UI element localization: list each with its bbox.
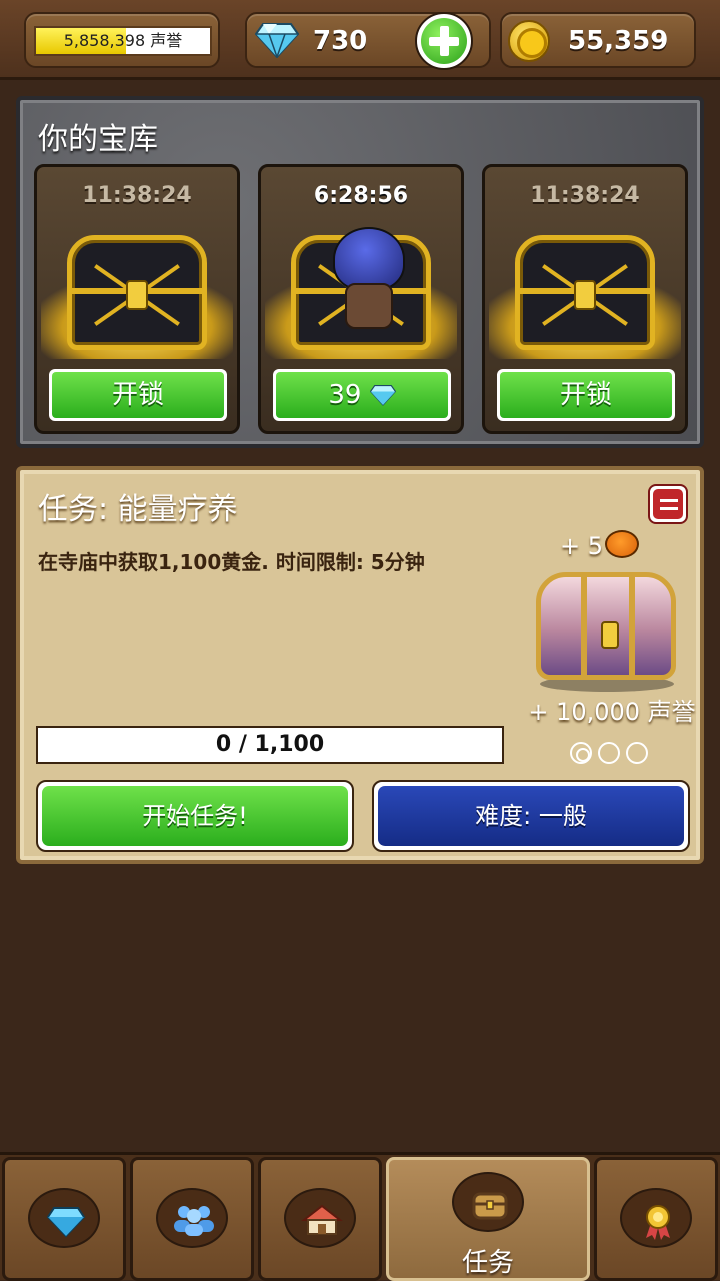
slot-timer: 6:28:56 — [313, 183, 409, 208]
top-resource-bar: 5,858,398 声誉 730 55,359 — [0, 0, 720, 80]
vault-slot-2[interactable]: 6:28:56 39 — [258, 164, 464, 434]
vault-slot-3[interactable]: 11:38:24 开锁 — [482, 164, 688, 434]
tab-gem-shop[interactable] — [2, 1157, 126, 1281]
reward-chest-icon — [526, 564, 686, 692]
reputation-value: 5,858,398 声誉 — [63, 31, 183, 50]
pumpkin-icon — [605, 530, 639, 558]
tab-guild[interactable] — [130, 1157, 254, 1281]
start-quest-button[interactable]: 开始任务! — [36, 780, 354, 852]
gold-count: 55,359 — [568, 26, 669, 56]
lock-icon — [601, 621, 619, 649]
vault-panel: 你的宝库 11:38:24 开锁 6:28:56 39 11:38:24 开锁 — [16, 96, 704, 448]
unlock-button[interactable]: 开锁 — [497, 369, 675, 421]
quest-panel: 任务: 能量疗养 在寺庙中获取1,100黄金. 时间限制: 5分钟 + 5 + … — [16, 466, 704, 864]
reputation-display[interactable]: 5,858,398 声誉 — [24, 12, 220, 68]
quest-title: 任务: 能量疗养 — [38, 492, 238, 527]
treasure-chest-icon — [515, 235, 655, 350]
quest-progress-bar: 0 / 1,100 — [36, 726, 504, 764]
village-icon — [301, 1204, 343, 1235]
quest-progress-text: 0 / 1,100 — [215, 732, 325, 757]
tab-quests-label: 任务 — [461, 1248, 514, 1278]
swap-icon — [653, 489, 683, 519]
diamond-icon — [369, 384, 396, 406]
lock-icon — [574, 280, 596, 310]
vault-title: 你的宝库 — [38, 122, 158, 157]
instant-unlock-cost: 39 — [328, 380, 362, 410]
gem-shop-icon — [46, 1207, 86, 1238]
rating-dot-empty — [598, 742, 620, 764]
reputation-progress-bar: 5,858,398 声誉 — [34, 26, 212, 56]
vault-slot-1[interactable]: 11:38:24 开锁 — [34, 164, 240, 434]
gem-count: 730 — [313, 26, 368, 56]
buy-gems-button[interactable] — [415, 12, 473, 70]
slot-timer: 11:38:24 — [82, 183, 192, 208]
reward-reputation: + 10,000 声誉 — [528, 698, 696, 726]
diamond-icon — [255, 23, 299, 58]
quest-description: 在寺庙中获取1,100黄金. 时间限制: 5分钟 — [38, 550, 425, 574]
guild-icon — [174, 1206, 214, 1236]
lock-icon — [126, 280, 148, 310]
difficulty-button[interactable]: 难度: 一般 — [372, 780, 690, 852]
tab-village[interactable] — [258, 1157, 382, 1281]
tab-achievements[interactable] — [594, 1157, 718, 1281]
rating-dot-filled — [570, 742, 592, 764]
instant-unlock-button[interactable]: 39 — [273, 369, 451, 421]
treasure-chest-icon — [472, 1192, 508, 1220]
reward-bonus: + 5 — [560, 532, 604, 560]
rating-dot-empty — [626, 742, 648, 764]
gold-coin-icon — [508, 20, 550, 62]
achievement-medal-icon — [646, 1205, 670, 1240]
unlock-button[interactable]: 开锁 — [49, 369, 227, 421]
difficulty-rating — [570, 742, 650, 766]
tab-quests[interactable]: 任务 — [386, 1157, 590, 1281]
bottom-nav: 任务 — [0, 1152, 720, 1281]
slot-timer: 11:38:24 — [530, 183, 640, 208]
swap-quest-button[interactable] — [648, 484, 688, 524]
plus-icon — [421, 18, 467, 64]
treasure-chest-icon — [67, 235, 207, 350]
thief-character-icon — [331, 227, 407, 337]
